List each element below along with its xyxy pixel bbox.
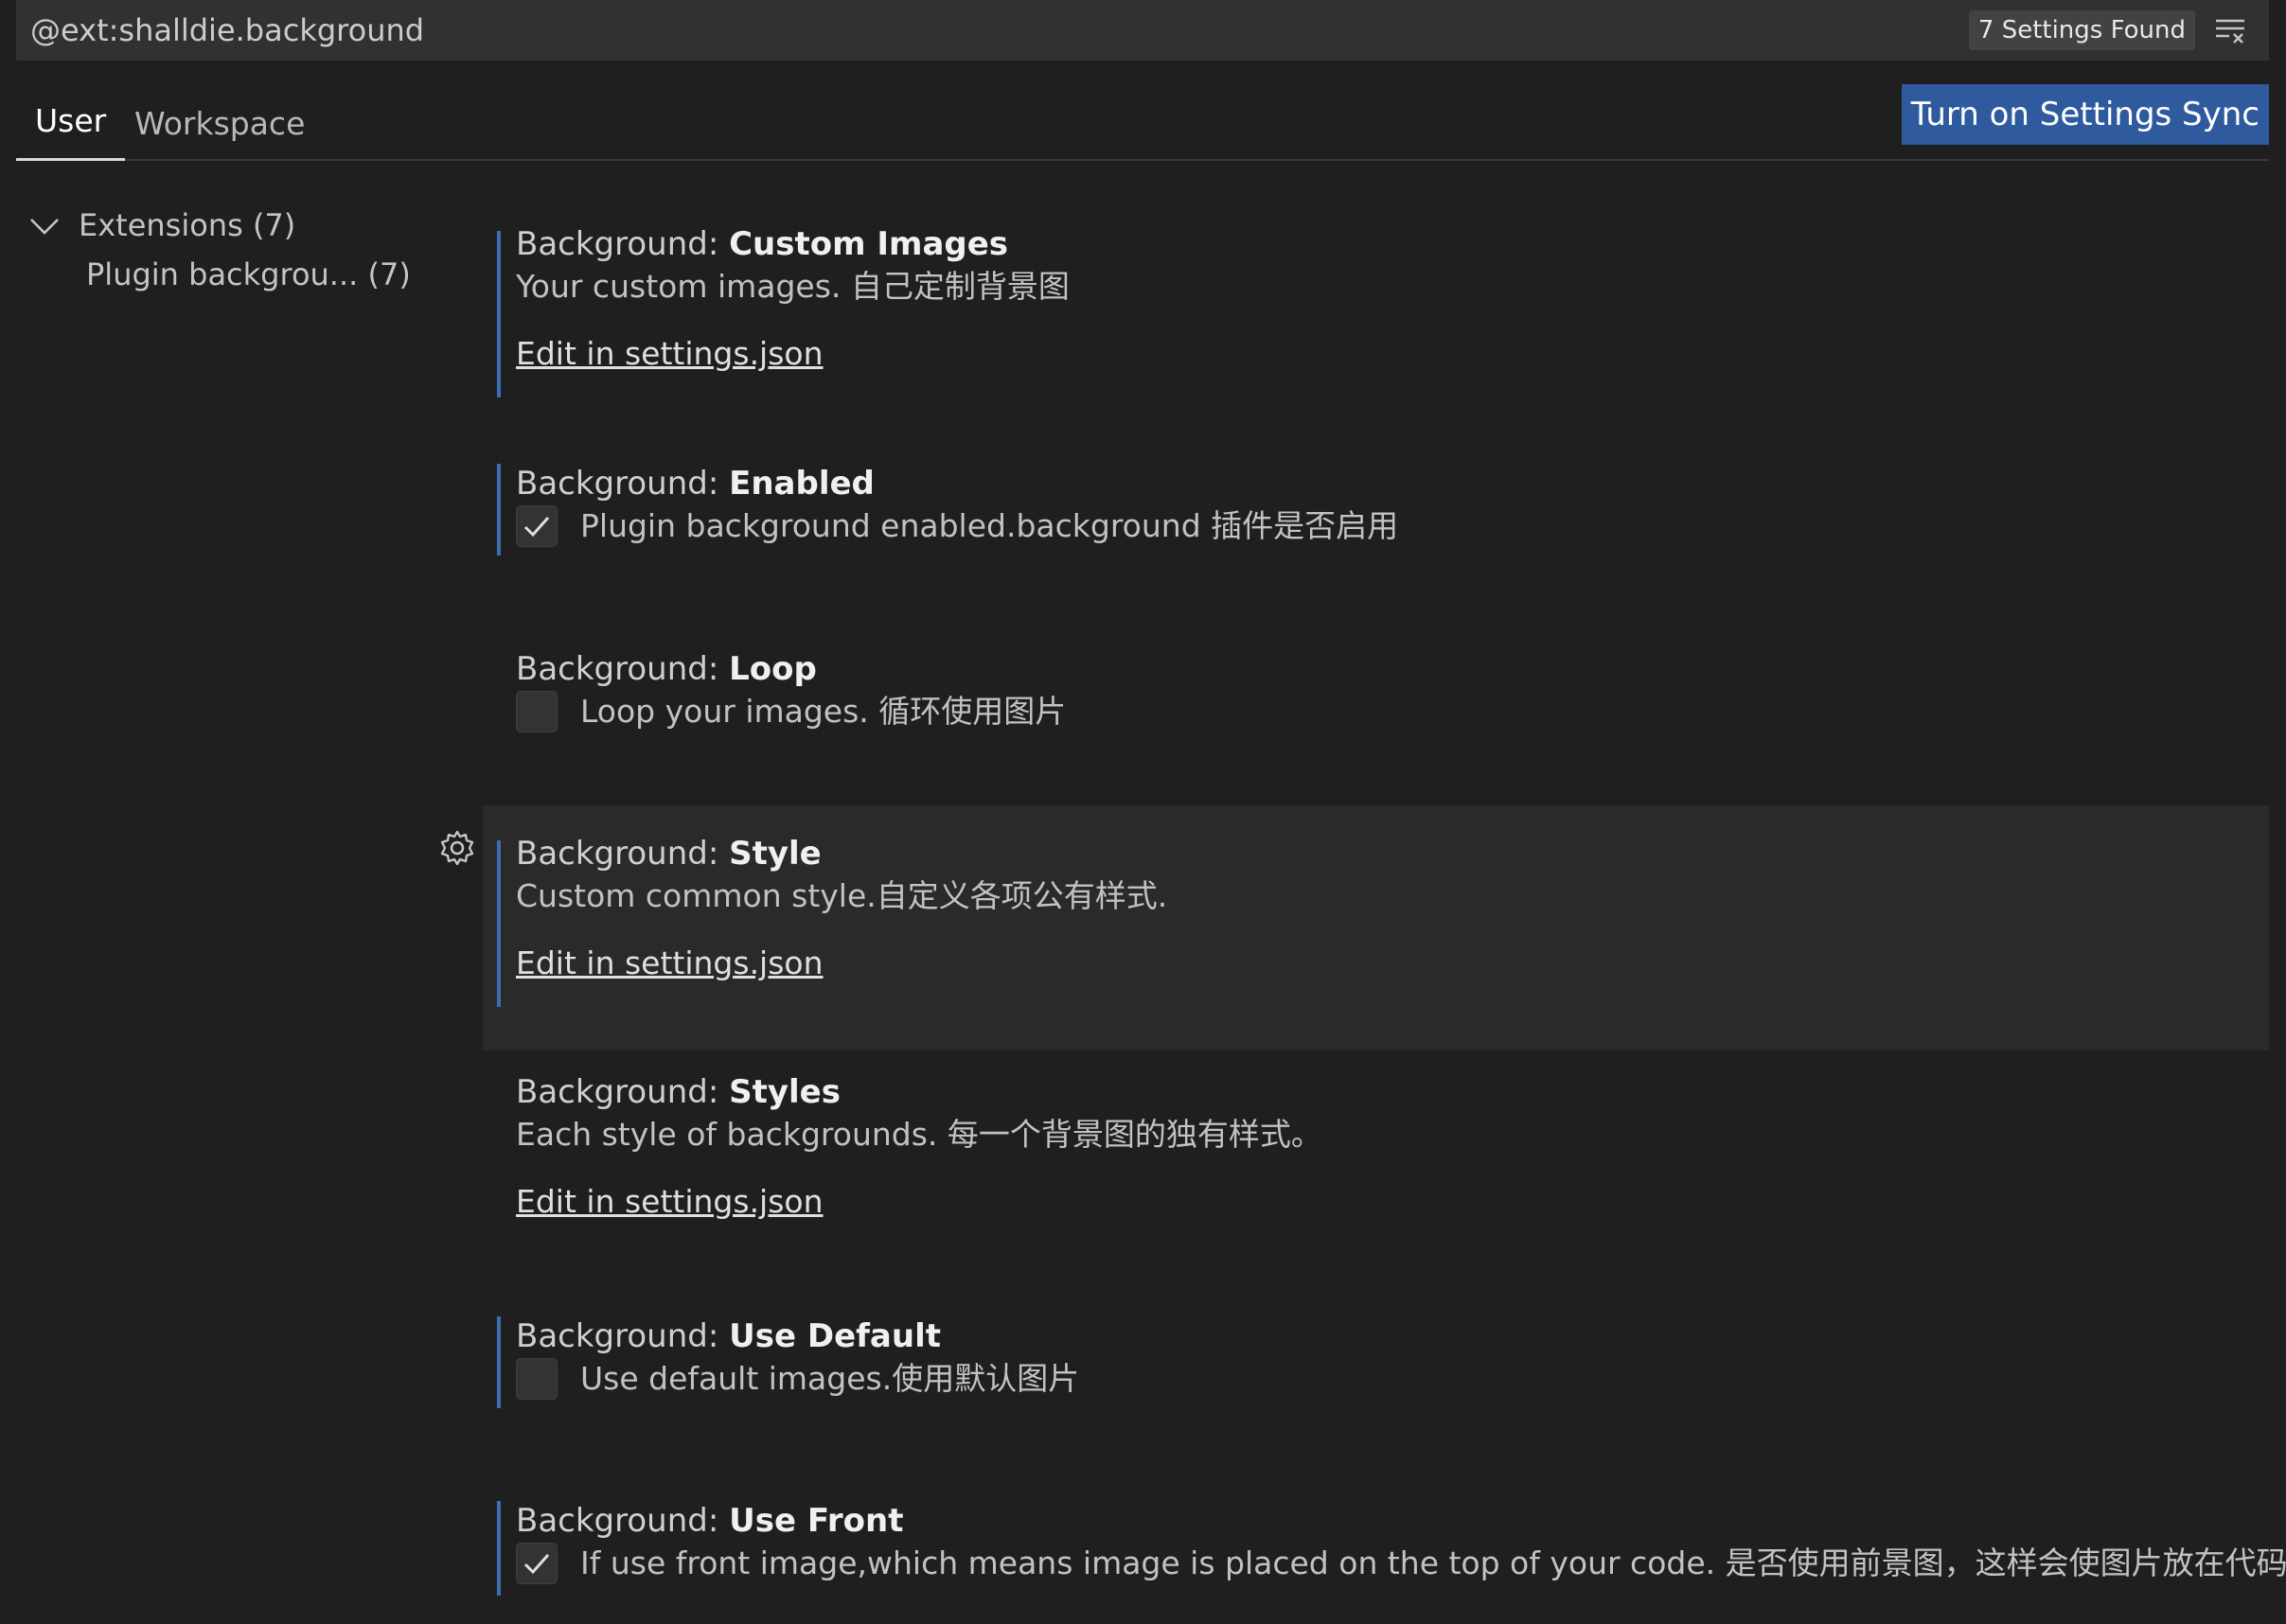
toc-group-extensions[interactable]: Extensions (7)	[16, 203, 414, 247]
settings-search-input[interactable]	[16, 0, 1969, 61]
setting-title: Background: Custom Images	[516, 225, 1009, 263]
setting-description: Your custom images. 自己定制背景图	[516, 268, 1070, 305]
gear-icon[interactable]	[438, 829, 476, 867]
setting-title: Background: Use Default	[516, 1317, 941, 1355]
edit-in-settings-json-link[interactable]: Edit in settings.json	[516, 944, 824, 981]
modified-indicator	[497, 1316, 501, 1408]
setting-use-default: Background: Use Default Use default imag…	[483, 1297, 2269, 1481]
check-icon	[523, 517, 550, 538]
tab-workspace[interactable]: Workspace	[115, 105, 324, 161]
edit-in-settings-json-link[interactable]: Edit in settings.json	[516, 1183, 824, 1220]
setting-title: Background: Loop	[516, 650, 817, 688]
clear-filter-icon[interactable]	[2212, 11, 2250, 49]
modified-indicator	[497, 840, 501, 1007]
setting-style: Background: Style Custom common style.自定…	[440, 805, 2269, 1050]
setting-title: Background: Styles	[516, 1073, 841, 1111]
setting-use-front: Background: Use Front If use front image…	[483, 1481, 2286, 1604]
setting-description: Use default images.使用默认图片	[580, 1360, 1080, 1397]
toc-group-label: Extensions (7)	[79, 207, 296, 243]
setting-description: Loop your images. 循环使用图片	[580, 693, 1067, 730]
use-default-checkbox[interactable]	[516, 1358, 558, 1400]
results-count-badge: 7 Settings Found	[1968, 10, 2195, 50]
modified-indicator	[497, 1501, 501, 1596]
settings-toc: Extensions (7) Plugin backgrou... (7)	[16, 203, 414, 300]
setting-styles: Background: Styles Each style of backgro…	[483, 1050, 2269, 1297]
setting-custom-images: Background: Custom Images Your custom im…	[483, 218, 2269, 435]
setting-title: Background: Enabled	[516, 465, 875, 503]
modified-indicator	[497, 464, 501, 556]
setting-enabled: Background: Enabled Plugin background en…	[483, 435, 2269, 621]
setting-description: Each style of backgrounds. 每一个背景图的独有样式。	[516, 1116, 1322, 1153]
setting-title: Background: Use Front	[516, 1502, 904, 1540]
modified-indicator	[497, 231, 501, 397]
enabled-checkbox[interactable]	[516, 505, 558, 547]
setting-description: Plugin background enabled.background 插件是…	[580, 507, 1399, 544]
turn-on-settings-sync-button[interactable]: Turn on Settings Sync	[1901, 84, 2269, 145]
tab-user[interactable]: User	[16, 102, 126, 161]
settings-list: Background: Custom Images Your custom im…	[440, 218, 2286, 1604]
settings-tabs: User Workspace Turn on Settings Sync	[16, 61, 2269, 161]
check-icon	[523, 1554, 550, 1575]
use-front-checkbox[interactable]	[516, 1543, 558, 1584]
loop-checkbox[interactable]	[516, 691, 558, 733]
chevron-down-icon	[30, 219, 59, 235]
settings-search-bar: 7 Settings Found	[16, 0, 2269, 61]
toc-item-plugin-background[interactable]: Plugin backgrou... (7)	[16, 256, 414, 300]
setting-description: If use front image,which means image is …	[580, 1545, 2286, 1581]
setting-loop: Background: Loop Loop your images. 循环使用图…	[483, 621, 2269, 805]
setting-title: Background: Style	[516, 835, 822, 873]
setting-description: Custom common style.自定义各项公有样式.	[516, 877, 1168, 914]
edit-in-settings-json-link[interactable]: Edit in settings.json	[516, 335, 824, 372]
